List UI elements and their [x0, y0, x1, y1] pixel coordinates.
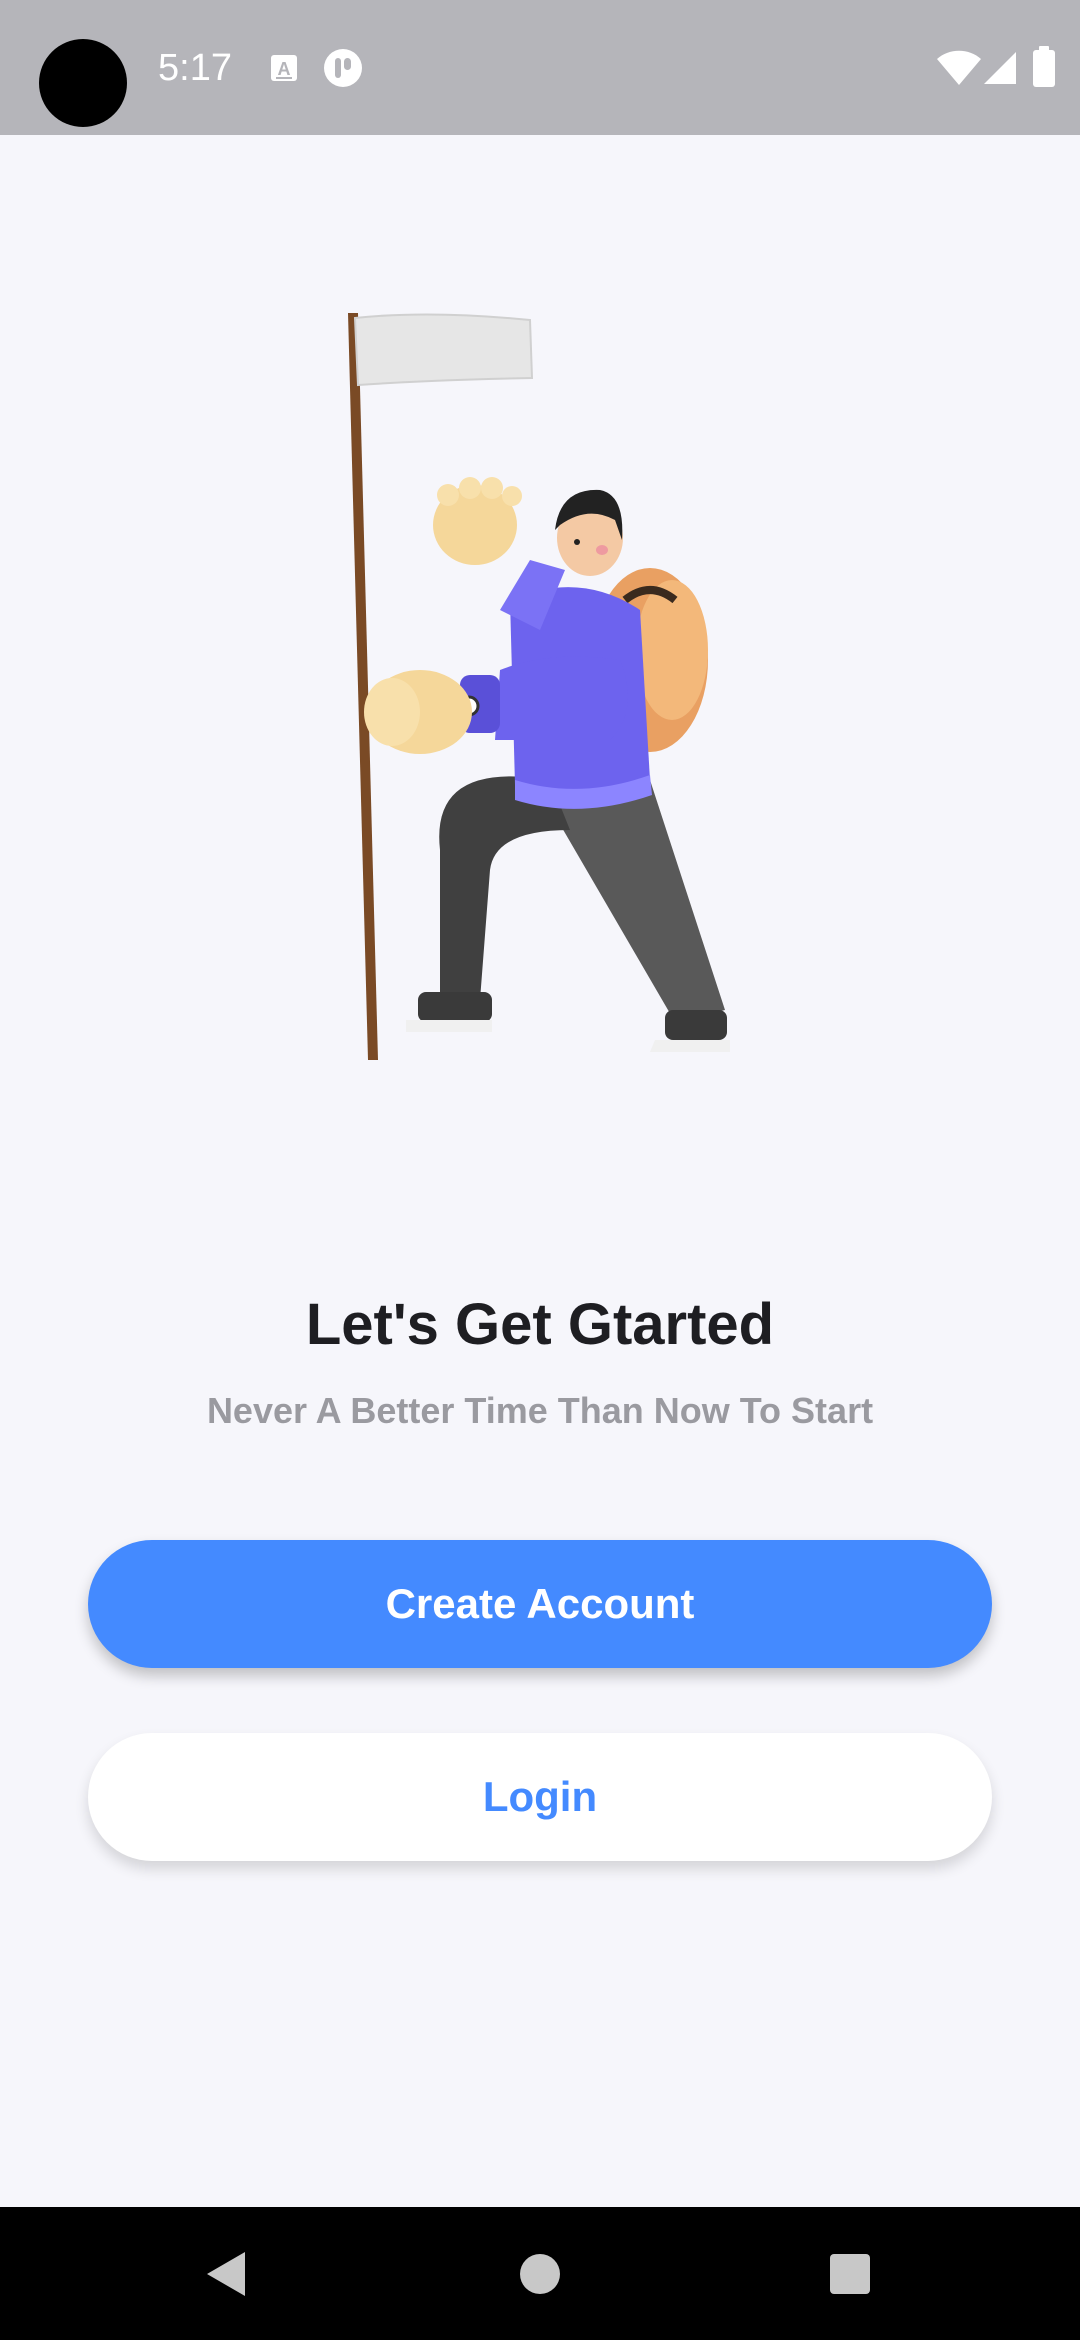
battery-icon	[1033, 46, 1055, 87]
cell-signal-icon	[984, 52, 1016, 84]
wifi-icon	[937, 50, 981, 85]
hiker-illustration	[348, 313, 730, 1060]
page-title: Let's Get Gtarted	[305, 1292, 775, 1357]
keyboard-a-icon: A	[271, 55, 297, 81]
home-icon[interactable]	[480, 2207, 600, 2340]
back-icon[interactable]	[166, 2207, 286, 2340]
svg-text:A: A	[278, 59, 291, 79]
page-subtitle: Never A Better Time Than Now To Start	[206, 1390, 874, 1431]
navigation-bar	[0, 2207, 1080, 2340]
status-bar: 5:17 A	[0, 0, 1080, 135]
create-account-button[interactable]: Create Account	[88, 1540, 992, 1668]
app-notification-icon	[324, 49, 362, 87]
camera-cutout	[39, 39, 127, 127]
recents-icon[interactable]	[790, 2207, 910, 2340]
login-button[interactable]: Login	[88, 1733, 992, 1861]
status-time: 5:17	[158, 47, 232, 89]
